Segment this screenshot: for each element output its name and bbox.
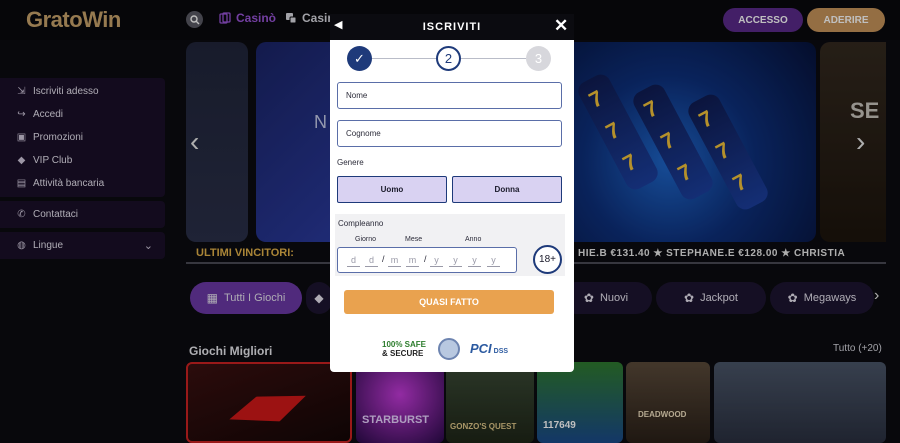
step-connector: [461, 58, 526, 59]
year-digit-field[interactable]: y: [449, 255, 462, 267]
birthday-label: Compleanno: [338, 219, 384, 228]
gender-male-button[interactable]: Uomo: [337, 176, 447, 203]
date-separator: /: [424, 254, 427, 264]
month-label: Mese: [405, 236, 423, 243]
pci-dss-logo: PCI DSS: [470, 341, 508, 356]
year-digit-field[interactable]: y: [487, 255, 500, 267]
gender-label: Genere: [337, 158, 364, 167]
gender-female-button[interactable]: Donna: [452, 176, 562, 203]
month-digit-field[interactable]: m: [406, 255, 419, 267]
month-digit-field[interactable]: m: [388, 255, 401, 267]
date-separator: /: [382, 254, 385, 264]
day-label: Giorno: [355, 236, 377, 243]
first-name-field[interactable]: Nome: [337, 82, 562, 109]
year-digit-field[interactable]: y: [430, 255, 443, 267]
safe-line-2: & SECURE: [382, 349, 424, 358]
step-connector: [372, 58, 436, 59]
day-digit-field[interactable]: d: [365, 255, 378, 267]
birthday-section: Compleanno Giorno Mese Anno d d / m m / …: [335, 214, 565, 276]
last-name-field[interactable]: Cognome: [337, 120, 562, 147]
step-3-indicator: 3: [526, 46, 551, 71]
birthday-input[interactable]: d d / m m / y y y y: [337, 247, 517, 273]
safe-line-1: 100% SAFE: [382, 340, 427, 349]
age-18-badge: 18+: [533, 245, 562, 274]
year-label: Anno: [465, 236, 482, 243]
almost-done-button[interactable]: QUASI FATTO: [344, 290, 554, 314]
ssl-seal-icon: [438, 338, 460, 360]
step-2-indicator: 2: [436, 46, 461, 71]
modal-title: ISCRIVITI: [422, 21, 482, 33]
close-icon[interactable]: ✕: [554, 16, 568, 36]
modal-header: ◀ ISCRIVITI ✕: [330, 14, 574, 42]
safe-secure-badge: 100% SAFE & SECURE: [382, 340, 426, 358]
dss-label: DSS: [493, 348, 509, 355]
signup-modal: ✓ 2 3 Nome Cognome Genere Uomo Donna Com…: [330, 40, 574, 372]
day-digit-field[interactable]: d: [347, 255, 360, 267]
step-1-complete-check-icon: ✓: [347, 46, 372, 71]
pci-label: PCI: [470, 341, 492, 356]
year-digit-field[interactable]: y: [468, 255, 481, 267]
page-root: GratoWin Casinò Casin ACCESSO ADERIRE ⇲ …: [0, 0, 900, 443]
